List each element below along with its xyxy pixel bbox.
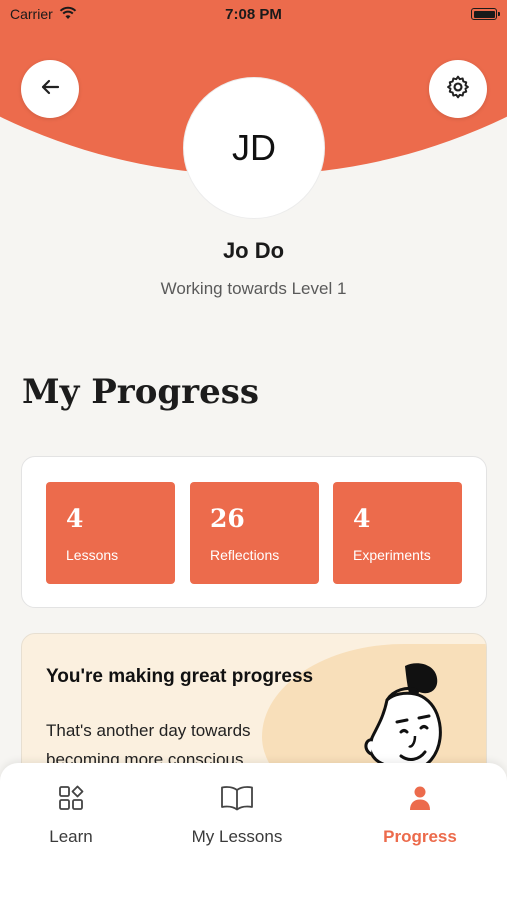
arrow-left-icon <box>38 75 62 103</box>
bottom-tab-bar: Learn My Lessons Progress <box>0 763 507 900</box>
battery-icon <box>471 8 500 20</box>
stat-experiments[interactable]: 4 Experiments <box>333 482 462 584</box>
user-name: Jo Do <box>222 238 285 263</box>
tab-learn[interactable]: Learn <box>0 783 151 853</box>
status-bar: Carrier 7:08 PM <box>0 0 507 28</box>
stat-label: Experiments <box>353 547 431 563</box>
stat-value: 4 <box>66 504 84 533</box>
stat-label: Reflections <box>210 547 280 563</box>
stat-reflections[interactable]: 26 Reflections <box>190 482 319 584</box>
tab-label: Progress <box>383 827 457 846</box>
gear-icon <box>445 74 471 104</box>
tab-my-lessons[interactable]: My Lessons <box>157 783 317 853</box>
stat-label: Lessons <box>66 547 119 563</box>
stats-card: 4 Lessons 26 Reflections 4 Experiments <box>21 456 487 608</box>
settings-button[interactable] <box>429 60 487 118</box>
stat-value: 4 <box>353 504 371 533</box>
section-title: My Progress <box>22 372 259 412</box>
back-button[interactable] <box>21 60 79 118</box>
tab-progress[interactable]: Progress <box>340 783 500 853</box>
tab-label: My Lessons <box>191 827 283 846</box>
avatar-initials: JD <box>232 127 276 168</box>
avatar: JD <box>183 77 325 219</box>
person-icon <box>409 783 431 813</box>
stat-value: 26 <box>210 504 245 533</box>
open-book-icon <box>220 783 254 813</box>
promo-title: You're making great progress <box>46 666 314 687</box>
status-time: 7:08 PM <box>225 5 282 23</box>
user-level-subtitle: Working towards Level 1 <box>160 279 347 298</box>
stat-lessons[interactable]: 4 Lessons <box>46 482 175 584</box>
grid-shapes-icon <box>58 783 84 813</box>
tab-label: Learn <box>49 827 93 846</box>
